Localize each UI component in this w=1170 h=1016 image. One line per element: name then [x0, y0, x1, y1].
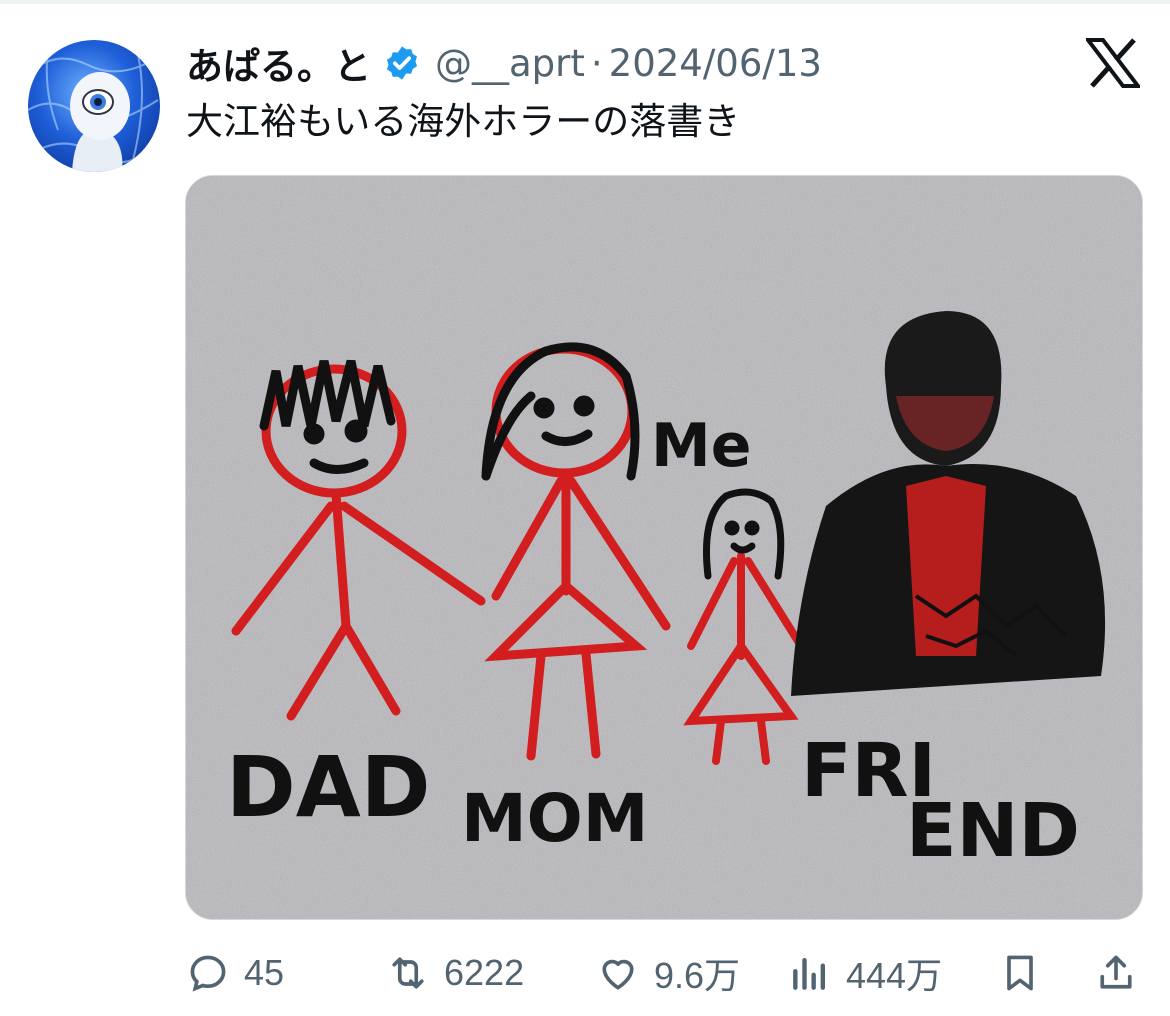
like-count: 9.6万: [654, 955, 741, 996]
label-friend-2: END: [906, 788, 1080, 874]
label-mom: MOM: [461, 780, 648, 857]
author-name[interactable]: あぱる。と: [186, 36, 371, 90]
author-handle[interactable]: @__aprt: [435, 42, 585, 85]
label-me: Me: [651, 411, 751, 481]
reply-button[interactable]: 45: [186, 945, 284, 1001]
reply-icon: [190, 955, 226, 992]
label-dad: DAD: [226, 738, 430, 836]
retweet-count: 6222: [444, 952, 525, 993]
top-divider: [0, 0, 1170, 4]
share-button[interactable]: [1094, 945, 1138, 1001]
eye-creature-avatar-icon: [28, 49, 159, 172]
bookmark-icon: [1007, 955, 1033, 991]
views-button[interactable]: 444万: [788, 945, 942, 1001]
verified-badge-icon: [383, 44, 421, 82]
retweet-icon: [392, 957, 424, 989]
share-icon: [1100, 955, 1132, 989]
views-chart-icon: [793, 957, 826, 990]
like-button[interactable]: 9.6万: [596, 945, 740, 1001]
tweet-text: 大江裕もいる海外ホラーの落書き: [186, 100, 741, 143]
header-separator: ·: [590, 41, 603, 85]
bookmark-button[interactable]: [998, 945, 1042, 1001]
tweet-header: あぱる。と @__aprt · 2024/06/13: [186, 36, 822, 90]
tweet-media-image[interactable]: DAD MOM Me FRI END: [185, 175, 1143, 920]
heart-icon: [602, 959, 634, 990]
crayon-drawing-image-icon: DAD MOM Me FRI END: [186, 176, 1142, 919]
x-logo-icon[interactable]: [1083, 38, 1143, 88]
views-count: 444万: [846, 955, 943, 996]
retweet-button[interactable]: 6222: [386, 945, 524, 1001]
tweet-date[interactable]: 2024/06/13: [609, 42, 822, 85]
tweet-actions-bar: 45 6222 9.6万 444万: [186, 945, 1142, 1001]
author-avatar[interactable]: [28, 40, 160, 172]
reply-count: 45: [244, 952, 285, 993]
